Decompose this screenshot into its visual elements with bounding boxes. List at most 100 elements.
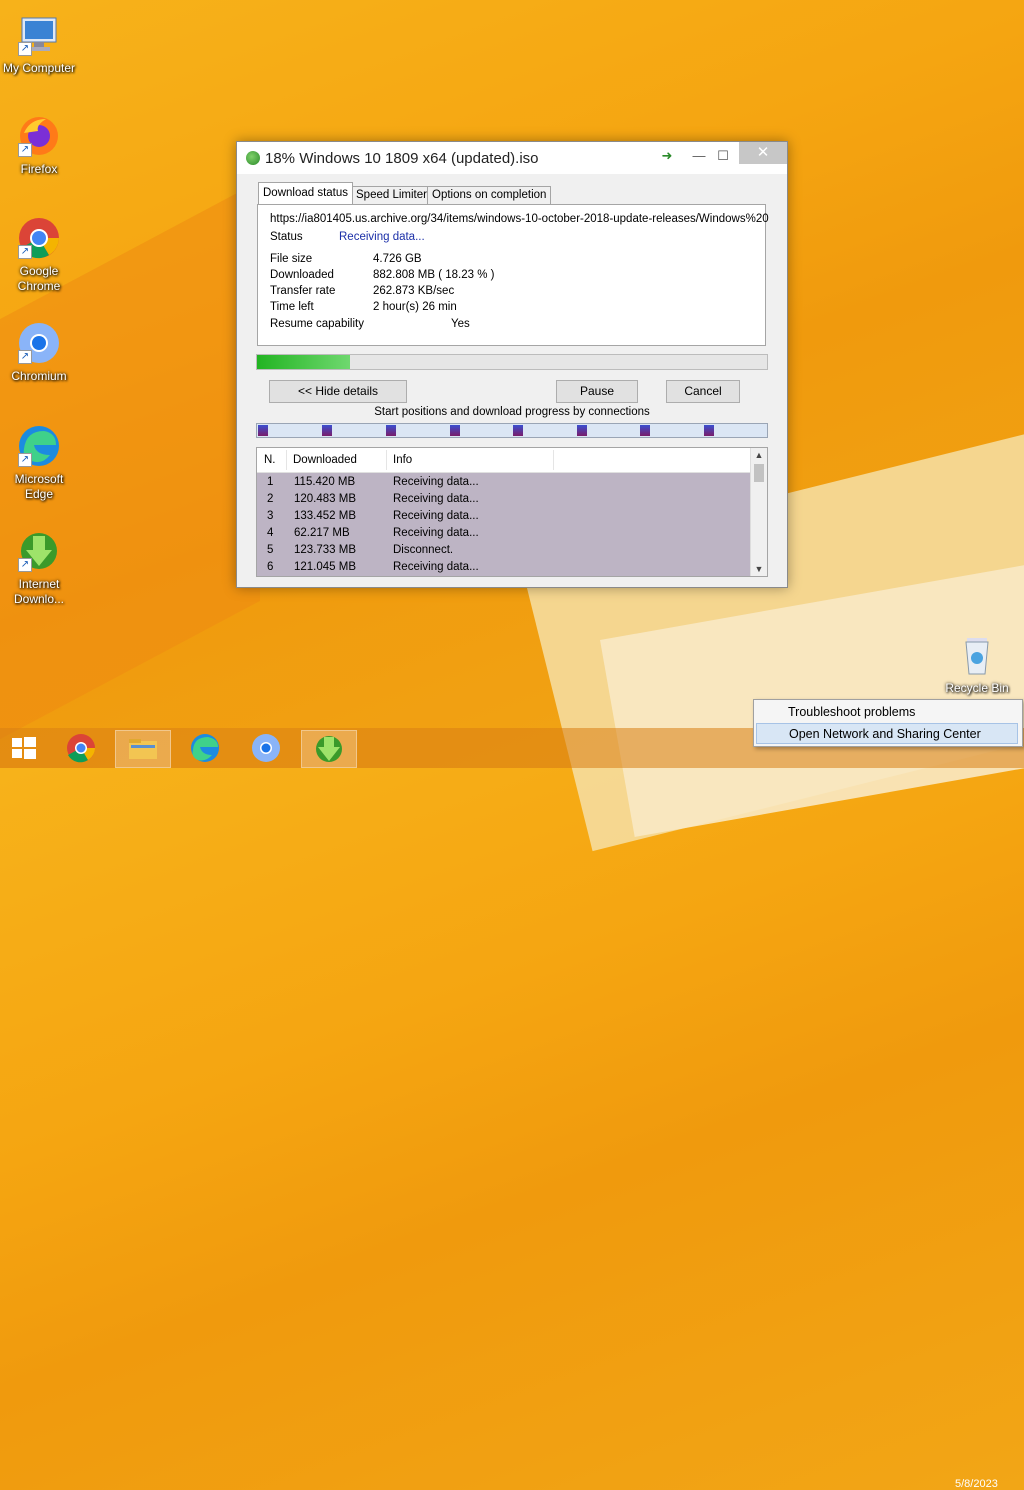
tab-speed-limiter[interactable]: Speed Limiter [351,186,432,205]
tab-options-on-completion[interactable]: Options on completion [427,186,552,205]
menu-item-troubleshoot-problems[interactable]: Troubleshoot problems [756,702,1018,723]
desktop-icon-microsoft-edge[interactable]: ↗ Microsoft Edge [0,423,78,502]
file-size-value: 4.726 GB [373,253,422,265]
desktop-icon-chromium[interactable]: ↗ Chromium [0,320,78,384]
desktop-icon-internet-download-manager[interactable]: ↗ Internet Downlo... [0,528,78,607]
window-title: 18% Windows 10 1809 x64 (updated).iso [265,150,539,167]
cell-downloaded: 123.733 MB [294,544,357,556]
desktop-icon-google-chrome[interactable]: ↗ Google Chrome [0,215,78,294]
chromium-icon: ↗ [16,320,62,366]
cell-info: Receiving data... [393,493,479,505]
taskbar-chrome[interactable] [54,730,108,766]
arrow-icon[interactable]: ➜ [651,146,683,166]
cell-n: 1 [267,476,274,488]
connections-progress-bar [256,423,768,438]
close-button[interactable]: ✕ [739,142,787,164]
cell-n: 5 [267,544,274,556]
table-row[interactable]: 3 133.452 MB Receiving data... [257,508,751,525]
taskbar-edge[interactable] [178,730,232,766]
desktop-icon-label: My Computer [2,61,76,75]
firefox-icon: ↗ [16,113,62,159]
desktop-icon-label: Microsoft Edge [14,472,64,501]
hide-details-button[interactable]: << Hide details [269,380,407,403]
idm-globe-icon [246,151,260,165]
status-label: Status [270,231,303,243]
cell-info: Receiving data... [393,510,479,522]
downloaded-value: 882.808 MB ( 18.23 % ) [373,269,495,281]
table-body: 1 115.420 MB Receiving data... 2 120.483… [257,473,751,576]
desktop-icon-label: Recycle Bin [945,681,1009,695]
window-body: Download status Speed Limiter Options on… [237,174,787,587]
cell-info: Disconnect. [393,544,454,556]
cell-info: Receiving data... [393,561,479,573]
cell-n: 2 [267,493,274,505]
cell-downloaded: 133.452 MB [294,510,357,522]
cell-downloaded: 62.217 MB [294,527,350,539]
column-header-downloaded[interactable]: Downloaded [293,454,357,466]
idm-icon [316,736,342,762]
connection-marker [640,425,650,436]
start-button[interactable] [0,730,48,766]
folder-icon [129,739,157,759]
desktop-icon-my-computer[interactable]: ↗ My Computer [0,12,78,76]
table-row[interactable]: 5 123.733 MB Disconnect. [257,542,751,559]
pause-button[interactable]: Pause [556,380,638,403]
cell-info: Receiving data... [393,476,479,488]
download-window: 18% Windows 10 1809 x64 (updated).iso ➜ … [236,141,788,588]
desktop-icon-label: Firefox [20,162,58,176]
chrome-icon: ↗ [16,215,62,261]
connection-marker [322,425,332,436]
scroll-up-icon[interactable]: ▲ [751,450,767,460]
maximize-button[interactable]: ☐ [707,146,739,166]
menu-item-open-network-sharing-center[interactable]: Open Network and Sharing Center [756,723,1018,744]
table-row[interactable]: 6 121.045 MB Receiving data... [257,559,751,576]
transfer-rate-value: 262.873 KB/sec [373,285,455,297]
table-scrollbar[interactable]: ▲ ▼ [750,448,767,576]
connection-marker [577,425,587,436]
edge-icon [191,734,219,762]
connection-marker [704,425,714,436]
connection-marker [386,425,396,436]
cell-n: 6 [267,561,274,573]
idm-icon: ↗ [16,528,62,574]
cell-info: Receiving data... [393,527,479,539]
table-header: N. Downloaded Info [257,448,751,473]
edge-icon: ↗ [16,423,62,469]
column-header-n[interactable]: N. [264,454,276,466]
download-url: https://ia801405.us.archive.org/34/items… [270,213,769,225]
desktop-icon-firefox[interactable]: ↗ Firefox [0,113,78,177]
title-bar[interactable]: 18% Windows 10 1809 x64 (updated).iso ➜ … [237,142,787,174]
column-header-info[interactable]: Info [393,454,412,466]
download-status-panel: https://ia801405.us.archive.org/34/items… [257,204,769,346]
table-row[interactable]: 1 115.420 MB Receiving data... [257,474,751,491]
resume-capability-value: Yes [451,318,470,330]
desktop-icon-label: Google Chrome [17,264,61,293]
table-row[interactable]: 4 62.217 MB Receiving data... [257,525,751,542]
time-left-label: Time left [270,301,314,313]
status-value: Receiving data... [339,231,425,243]
taskbar-file-explorer[interactable] [115,730,171,768]
cancel-button[interactable]: Cancel [666,380,740,403]
cell-downloaded: 120.483 MB [294,493,357,505]
connections-caption: Start positions and download progress by… [374,406,650,418]
cell-downloaded: 121.045 MB [294,561,357,573]
network-context-menu: Troubleshoot problems Open Network and S… [753,699,1023,747]
tab-download-status[interactable]: Download status [258,182,354,204]
taskbar-chromium[interactable] [239,730,293,766]
chrome-icon [67,734,95,763]
cell-n: 4 [267,527,274,539]
connection-marker [450,425,460,436]
downloaded-label: Downloaded [270,269,334,281]
chromium-icon [252,734,280,762]
scroll-down-icon[interactable]: ▼ [751,564,767,574]
table-row[interactable]: 2 120.483 MB Receiving data... [257,491,751,508]
scroll-thumb[interactable] [754,464,764,482]
connection-marker [513,425,523,436]
taskbar-idm[interactable] [301,730,357,768]
clock-date[interactable]: 5/8/2023 [955,1478,998,1490]
cell-downloaded: 115.420 MB [294,476,356,488]
download-progress-bar [256,354,768,370]
computer-icon: ↗ [16,12,62,58]
desktop-icon-recycle-bin[interactable]: Recycle Bin [938,632,1016,696]
connection-marker [258,425,268,436]
